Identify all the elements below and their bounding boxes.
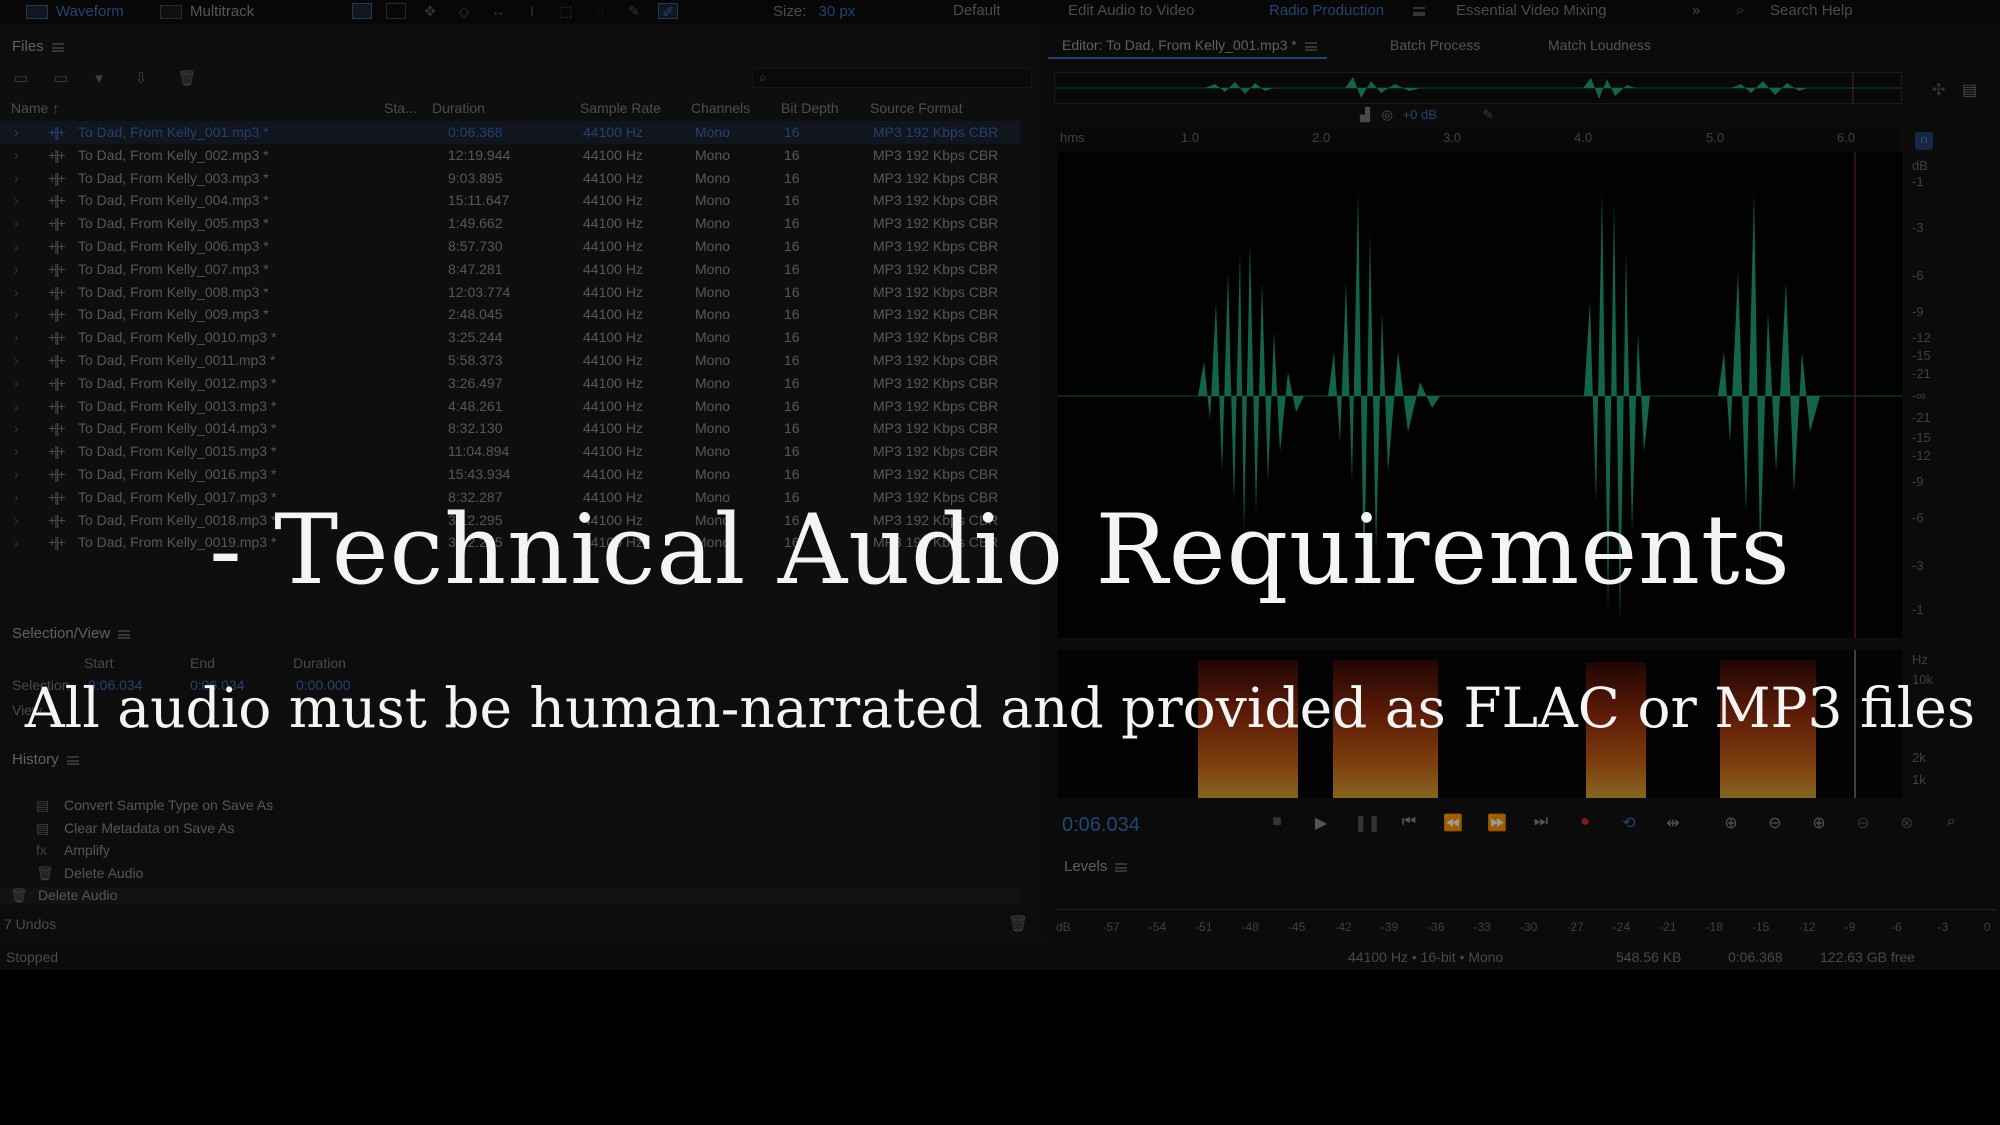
overlay-heading: - Technical Audio Requirements [209, 494, 1791, 606]
dim-overlay [0, 0, 2000, 970]
overlay-subheading: All audio must be human-narrated and pro… [24, 676, 1976, 740]
audition-app: Waveform Multitrack ✥ ◇ ↔ I ⬚ ◌ ✎ ✐ Size… [0, 0, 2000, 970]
